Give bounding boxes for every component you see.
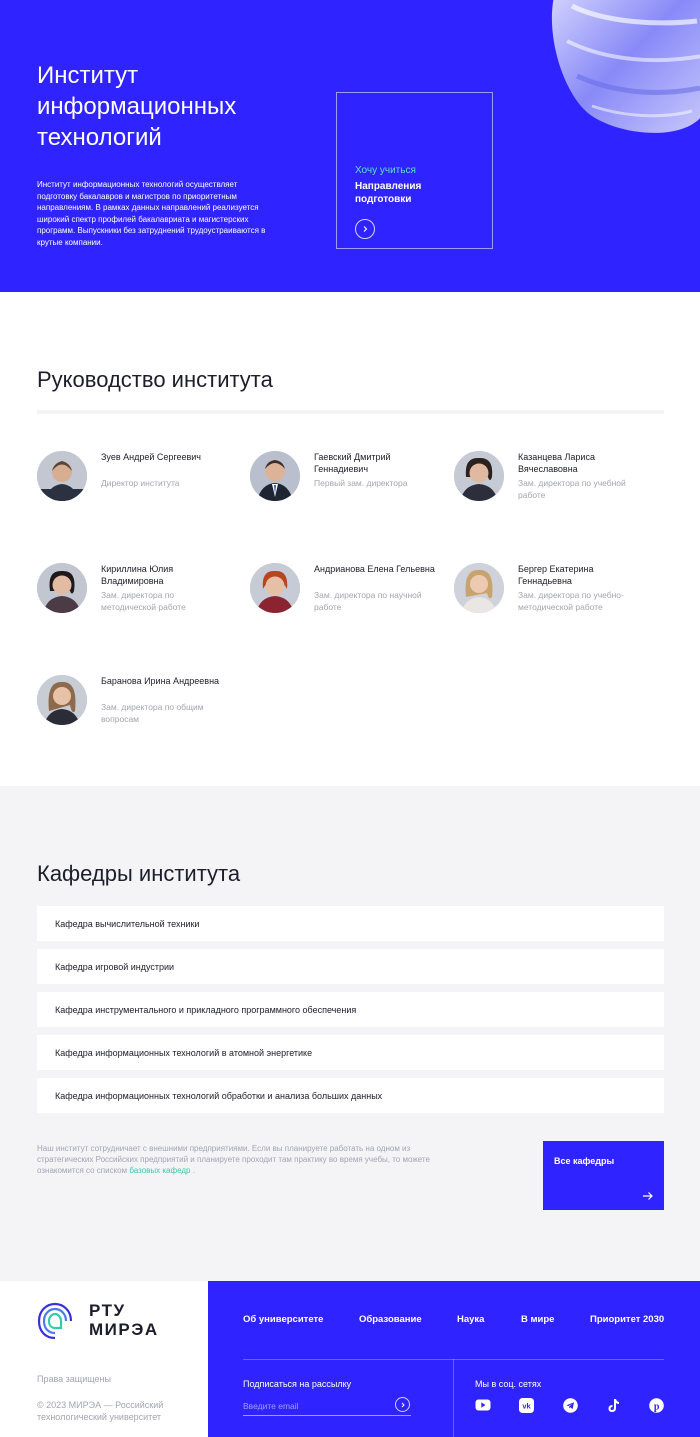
partners-note-end: .	[192, 1166, 195, 1175]
person-role: Первый зам. директора	[314, 478, 408, 488]
card-label: Направления подготовки	[355, 181, 422, 205]
avatar	[250, 563, 300, 613]
logo-icon	[37, 1302, 73, 1340]
person-name: Казанцева Лариса Вячеславовна	[518, 452, 595, 474]
person-role: Зам. директора по методической работе	[101, 590, 186, 612]
arrow-right-icon	[643, 1192, 653, 1200]
telegram-icon[interactable]	[562, 1397, 578, 1413]
svg-text:vk: vk	[522, 1401, 531, 1410]
hero-description: Институт информационных технологий осуще…	[37, 180, 266, 247]
pinterest-icon[interactable]: p	[648, 1397, 664, 1413]
logo-text: РТУ МИРЭА	[89, 1301, 159, 1339]
social-label: Мы в соц. сетях	[475, 1379, 542, 1389]
person-card[interactable]: Бергер Екатерина Геннадьевна Зам. директ…	[454, 563, 654, 643]
avatar	[454, 563, 504, 613]
person-name: Бергер Екатерина Геннадьевна	[518, 564, 594, 586]
svg-text:p: p	[653, 1401, 659, 1412]
footer-nav-about[interactable]: Об университете	[243, 1314, 323, 1325]
card-kicker: Хочу учиться	[355, 165, 416, 176]
footer-nav-priority[interactable]: Приоритет 2030	[590, 1314, 664, 1325]
person-card[interactable]: Андрианова Елена Гельевна Зам. директора…	[250, 563, 450, 643]
department-item[interactable]: Кафедра информационных технологий в атом…	[37, 1035, 664, 1070]
all-departments-button[interactable]: Все кафедры	[543, 1141, 664, 1210]
divider	[37, 410, 664, 414]
person-name: Баранова Ирина Андреевна	[101, 676, 220, 686]
hero-title: Институт информационных технологий	[37, 62, 237, 151]
leadership-title: Руководство института	[37, 367, 273, 392]
rights-text: Права защищены	[37, 1374, 111, 1384]
person-role: Зам. директора по учебной работе	[518, 478, 626, 500]
chevron-right-icon[interactable]	[355, 219, 375, 239]
person-name: Кириллина Юлия Владимировна	[101, 564, 174, 586]
footer-nav-education[interactable]: Образование	[359, 1314, 422, 1325]
avatar	[37, 451, 87, 501]
tiktok-icon[interactable]	[605, 1397, 621, 1413]
hero-section: Институт информационных технологий Инсти…	[0, 0, 700, 292]
person-role: Директор института	[101, 478, 180, 488]
youtube-icon[interactable]	[475, 1397, 491, 1413]
subscribe-submit-icon[interactable]	[395, 1397, 410, 1412]
footer-nav-science[interactable]: Наука	[457, 1314, 484, 1325]
logo-line2: МИРЭА	[89, 1320, 159, 1339]
logo-line1: РТУ	[89, 1301, 126, 1320]
subscribe-label: Подписаться на рассылку	[243, 1379, 352, 1389]
footer-right: Об университете Образование Наука В мире…	[208, 1281, 700, 1437]
person-name: Зуев Андрей Сергеевич	[101, 452, 201, 462]
department-item[interactable]: Кафедра вычислительной техники	[37, 906, 664, 941]
email-input[interactable]	[243, 1397, 411, 1416]
person-card[interactable]: Зуев Андрей Сергеевич Директор института	[37, 451, 237, 531]
person-role: Зам. директора по научной работе	[314, 590, 422, 612]
logo[interactable]: РТУ МИРЭА	[37, 1301, 197, 1341]
all-departments-label: Все кафедры	[554, 1156, 615, 1166]
department-item[interactable]: Кафедра игровой индустрии	[37, 949, 664, 984]
footer-left: РТУ МИРЭА Права защищены © 2023 МИРЭА — …	[0, 1281, 208, 1437]
avatar	[37, 675, 87, 725]
base-departments-link[interactable]: базовых кафедр	[129, 1166, 190, 1175]
partners-note: Наш институт сотрудничает с внешними пре…	[37, 1143, 447, 1176]
study-directions-card[interactable]: Хочу учиться Направления подготовки	[336, 92, 493, 249]
avatar	[250, 451, 300, 501]
person-card[interactable]: Казанцева Лариса Вячеславовна Зам. дирек…	[454, 451, 654, 531]
department-item[interactable]: Кафедра информационных технологий обрабо…	[37, 1078, 664, 1113]
person-name: Гаевский Дмитрий Геннадиевич	[314, 452, 391, 474]
person-card[interactable]: Гаевский Дмитрий Геннадиевич Первый зам.…	[250, 451, 450, 531]
decorative-3d-shape	[551, 0, 700, 133]
person-role: Зам. директора по учебно-методической ра…	[518, 590, 624, 612]
person-card[interactable]: Баранова Ирина Андреевна Зам. директора …	[37, 675, 237, 755]
partners-note-text: Наш институт сотрудничает с внешними пре…	[37, 1144, 430, 1175]
person-name: Андрианова Елена Гельевна	[314, 564, 435, 574]
departments-title: Кафедры института	[37, 861, 241, 886]
avatar	[37, 563, 87, 613]
divider	[453, 1359, 454, 1437]
person-role: Зам. директора по общим вопросам	[101, 702, 204, 724]
footer-nav-world[interactable]: В мире	[521, 1314, 554, 1325]
person-card[interactable]: Кириллина Юлия Владимировна Зам. директо…	[37, 563, 237, 643]
avatar	[454, 451, 504, 501]
vk-icon[interactable]: vk	[518, 1397, 534, 1413]
department-item[interactable]: Кафедра инструментального и прикладного …	[37, 992, 664, 1027]
copyright-text: © 2023 МИРЭА — Российский технологически…	[37, 1400, 164, 1422]
